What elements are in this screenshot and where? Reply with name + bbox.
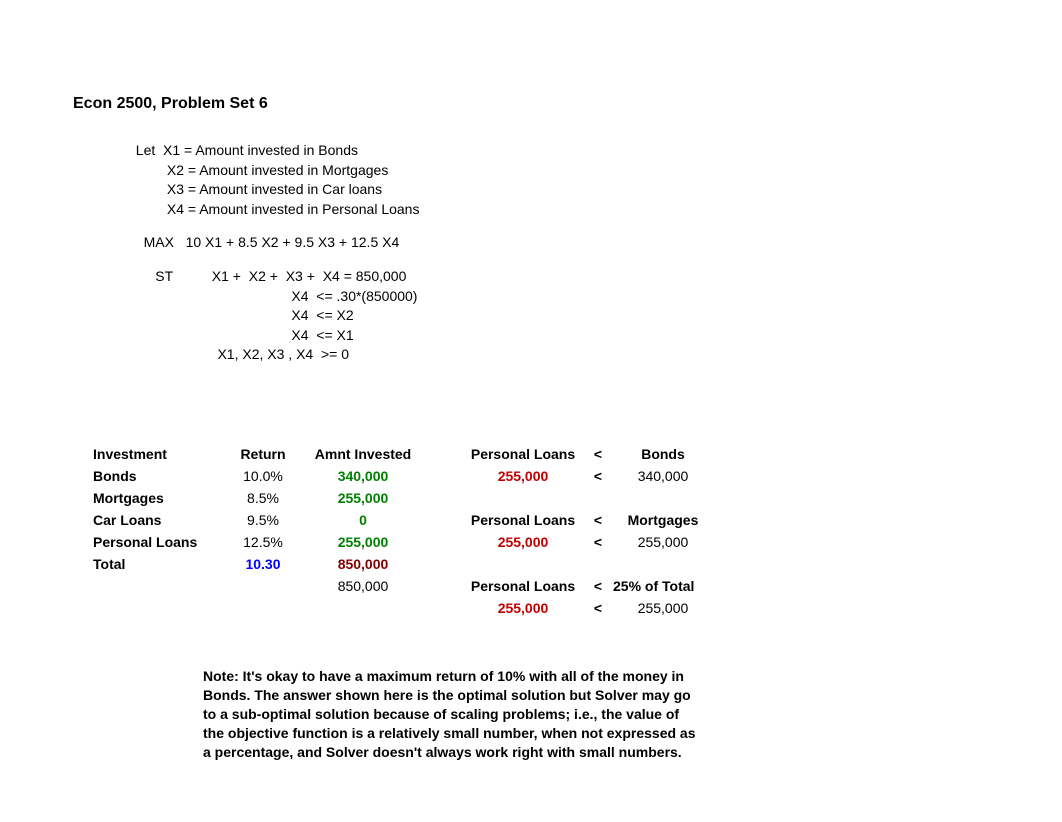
results-table: Investment Return Amnt Invested Personal… (93, 445, 1062, 617)
cell-mort-amnt: 255,000 (303, 489, 423, 507)
sum-amnt: 850,000 (303, 577, 423, 595)
col-header-amnt: Amnt Invested (303, 445, 423, 463)
cell-pl-return: 12.5% (223, 533, 303, 551)
constraints-block: ST X1 + X2 + X3 + X4 = 850,000 X4 <= .30… (128, 267, 1062, 365)
cmp-pl-val-3: 255,000 (463, 599, 583, 617)
row-label-bonds: Bonds (93, 467, 223, 485)
row-label-total: Total (93, 555, 223, 573)
cmp-tot-val: 255,000 (613, 599, 713, 617)
cmp-lt-3: < (583, 577, 613, 595)
cell-car-amnt: 0 (303, 511, 423, 529)
cell-bonds-return: 10.0% (223, 467, 303, 485)
cmp-header-personal-3: Personal Loans (463, 577, 583, 595)
row-label-carloans: Car Loans (93, 511, 223, 529)
cmp-header-pct: 25% of Total (613, 577, 713, 595)
cmp-lt-val-3: < (583, 599, 613, 617)
cmp-header-personal-1: Personal Loans (463, 445, 583, 463)
page-title: Econ 2500, Problem Set 6 (73, 95, 1062, 113)
cell-total-return: 10.30 (223, 555, 303, 573)
col-header-return: Return (223, 445, 303, 463)
cell-car-return: 9.5% (223, 511, 303, 529)
cell-pl-amnt: 255,000 (303, 533, 423, 551)
cmp-lt-1: < (583, 445, 613, 463)
row-label-mortgages: Mortgages (93, 489, 223, 507)
cell-total-amnt: 850,000 (303, 555, 423, 573)
objective-function: MAX 10 X1 + 8.5 X2 + 9.5 X3 + 12.5 X4 (128, 233, 1062, 253)
cmp-lt-val-2: < (583, 533, 613, 551)
cmp-pl-val-2: 255,000 (463, 533, 583, 551)
cmp-lt-val-1: < (583, 467, 613, 485)
col-header-investment: Investment (93, 445, 223, 463)
cell-bonds-amnt: 340,000 (303, 467, 423, 485)
solver-note: Note: It's okay to have a maximum return… (203, 667, 703, 761)
cell-mort-return: 8.5% (223, 489, 303, 507)
variable-definitions: Let X1 = Amount invested in Bonds X2 = A… (128, 141, 1062, 219)
cmp-mort-val: 255,000 (613, 533, 713, 551)
row-label-personal: Personal Loans (93, 533, 223, 551)
cmp-pl-val-1: 255,000 (463, 467, 583, 485)
cmp-header-mortgages: Mortgages (613, 511, 713, 529)
cmp-header-personal-2: Personal Loans (463, 511, 583, 529)
cmp-header-bonds: Bonds (613, 445, 713, 463)
problem-definition: Let X1 = Amount invested in Bonds X2 = A… (128, 141, 1062, 365)
cmp-lt-2: < (583, 511, 613, 529)
cmp-bonds-val: 340,000 (613, 467, 713, 485)
